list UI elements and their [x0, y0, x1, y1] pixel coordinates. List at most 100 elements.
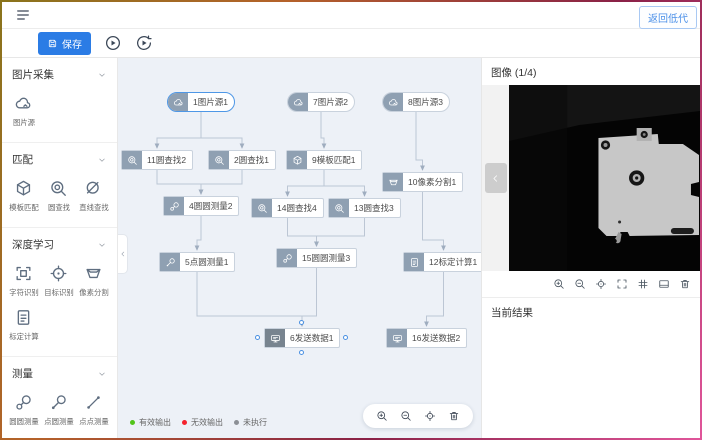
section-header-1[interactable]: 匹配: [2, 150, 117, 173]
previous-image-button[interactable]: [485, 163, 507, 193]
zoom-out-icon[interactable]: [400, 410, 412, 422]
flow-node-9[interactable]: 9模板匹配1: [286, 150, 362, 170]
flow-node-8[interactable]: 8图片源3: [382, 92, 450, 112]
zoom-in-icon[interactable]: [376, 410, 388, 422]
zoom-in-icon[interactable]: [553, 278, 565, 290]
flow-edge-7-9: [321, 112, 324, 148]
section-header-3[interactable]: 测量: [2, 364, 117, 387]
node-label: 14圆查找4: [272, 199, 323, 217]
flow-node-12[interactable]: 12标定计算1: [403, 252, 481, 272]
chevron-left-icon: [490, 173, 501, 184]
canvas-zoom-controls: [363, 404, 473, 428]
run-once-button[interactable]: [135, 34, 153, 52]
connection-handle[interactable]: [299, 320, 304, 325]
legend-item: 未执行: [234, 417, 267, 428]
doc-icon: [404, 253, 424, 271]
circle-find-icon: [252, 199, 272, 217]
legend-item: 有效输出: [130, 417, 171, 428]
flow-node-15[interactable]: 15圆圆测量3: [276, 248, 357, 268]
node-label: 7图片源2: [308, 93, 354, 111]
viewer-nav-strip: [482, 85, 509, 271]
item-label: 模板匹配: [9, 202, 38, 212]
flow-edge-4-5: [197, 216, 201, 250]
node-label: 5点圆测量1: [180, 253, 234, 271]
chevron-down-icon: [97, 155, 107, 165]
menu-icon[interactable]: [15, 7, 31, 23]
current-result-title: 当前结果: [482, 298, 700, 325]
sidebar-item-template-match[interactable]: 模板匹配: [6, 179, 41, 213]
zoom-out-icon[interactable]: [574, 278, 586, 290]
line-find-icon: [84, 179, 103, 198]
section-header-0[interactable]: 图片采集: [2, 65, 117, 88]
save-button[interactable]: 保存: [38, 32, 91, 55]
measure-cc-icon: [14, 393, 33, 412]
save-icon: [47, 38, 58, 49]
fullscreen-icon[interactable]: [616, 278, 628, 290]
item-label: 圆查找: [47, 202, 69, 212]
flow-edge-2-4: [201, 170, 242, 194]
flow-canvas[interactable]: 有效输出无效输出未执行 1图片源17图片源28图片源311圆查找22圆查找19模…: [118, 58, 481, 438]
sidebar-item-circle-find[interactable]: 圆查找: [41, 179, 76, 213]
cloud-icon: [14, 94, 33, 113]
section-header-2[interactable]: 深度学习: [2, 235, 117, 258]
run-button[interactable]: [104, 34, 122, 52]
sidebar-section-3: 测量圆圆测量点圆测量点点测量: [2, 356, 117, 438]
sidebar-item-line-find[interactable]: 直线查找: [76, 179, 111, 213]
flow-node-4[interactable]: 4圆圆测量2: [163, 196, 239, 216]
image-viewer: [482, 85, 700, 271]
node-label: 2圆查找1: [229, 151, 275, 169]
flow-node-11[interactable]: 11圆查找2: [121, 150, 193, 170]
sidebar-item-circle-circle-measure[interactable]: 圆圆测量: [6, 393, 41, 427]
sidebar-item-point-circle-measure[interactable]: 点圆测量: [41, 393, 76, 427]
sidebar-item-image-source[interactable]: 图片源: [6, 94, 41, 128]
grid-icon[interactable]: [637, 278, 649, 290]
cloud-icon: [288, 93, 308, 111]
legend-dot: [182, 420, 187, 425]
locate-icon[interactable]: [424, 410, 436, 422]
flow-node-1[interactable]: 1图片源1: [167, 92, 235, 112]
flow-node-6[interactable]: 6发送数据1: [264, 328, 340, 348]
connection-handle[interactable]: [255, 335, 260, 340]
flow-node-13[interactable]: 13圆查找3: [328, 198, 401, 218]
flow-node-14[interactable]: 14圆查找4: [251, 198, 324, 218]
sidebar-item-calibration-calc[interactable]: 标定计算: [6, 308, 41, 342]
locate-icon[interactable]: [595, 278, 607, 290]
main-area: 图片采集图片源匹配模板匹配圆查找直线查找深度学习字符识别目标识别像素分割标定计算…: [2, 58, 700, 438]
node-label: 1图片源1: [188, 93, 234, 111]
trash-icon[interactable]: [448, 410, 460, 422]
flow-node-7[interactable]: 7图片源2: [287, 92, 355, 112]
sidebar-item-pixel-segmentation[interactable]: 像素分割: [76, 264, 111, 298]
node-label: 6发送数据1: [285, 329, 339, 347]
measure-pp-icon: [84, 393, 103, 412]
node-label: 12标定计算1: [424, 253, 481, 271]
flow-edge-1-2: [201, 112, 242, 148]
cloud-icon: [383, 93, 403, 111]
sidebar-item-point-point-measure[interactable]: 点点测量: [76, 393, 111, 427]
circle-find-icon: [122, 151, 142, 169]
sidebar-section-2: 深度学习字符识别目标识别像素分割标定计算: [2, 227, 117, 356]
flow-node-2[interactable]: 2圆查找1: [208, 150, 276, 170]
section-items: 图片源: [2, 88, 117, 136]
compare-icon[interactable]: [658, 278, 670, 290]
legend-label: 未执行: [243, 417, 267, 428]
connection-handle[interactable]: [343, 335, 348, 340]
workpiece-image[interactable]: [509, 85, 700, 271]
flow-node-10[interactable]: 10像素分割1: [382, 172, 463, 192]
sidebar-collapse-handle[interactable]: [118, 234, 128, 274]
tcp-icon: [387, 329, 407, 347]
sidebar-item-object-recognition[interactable]: 目标识别: [41, 264, 76, 298]
connection-handle[interactable]: [299, 350, 304, 355]
item-label: 字符识别: [9, 287, 38, 297]
back-to-lowcode-button[interactable]: 返回低代: [639, 6, 697, 29]
chevron-left-icon: [119, 250, 127, 258]
flow-node-5[interactable]: 5点圆测量1: [159, 252, 235, 272]
sidebar-item-char-recognition[interactable]: 字符识别: [6, 264, 41, 298]
flow-edge-5-6: [197, 272, 302, 326]
flow-edge-1-11: [157, 112, 201, 148]
save-label: 保存: [62, 36, 82, 51]
flow-node-16[interactable]: 16发送数据2: [386, 328, 467, 348]
circle-find-icon: [49, 179, 68, 198]
trash-icon[interactable]: [679, 278, 691, 290]
item-label: 目标识别: [44, 287, 73, 297]
legend-dot: [234, 420, 239, 425]
